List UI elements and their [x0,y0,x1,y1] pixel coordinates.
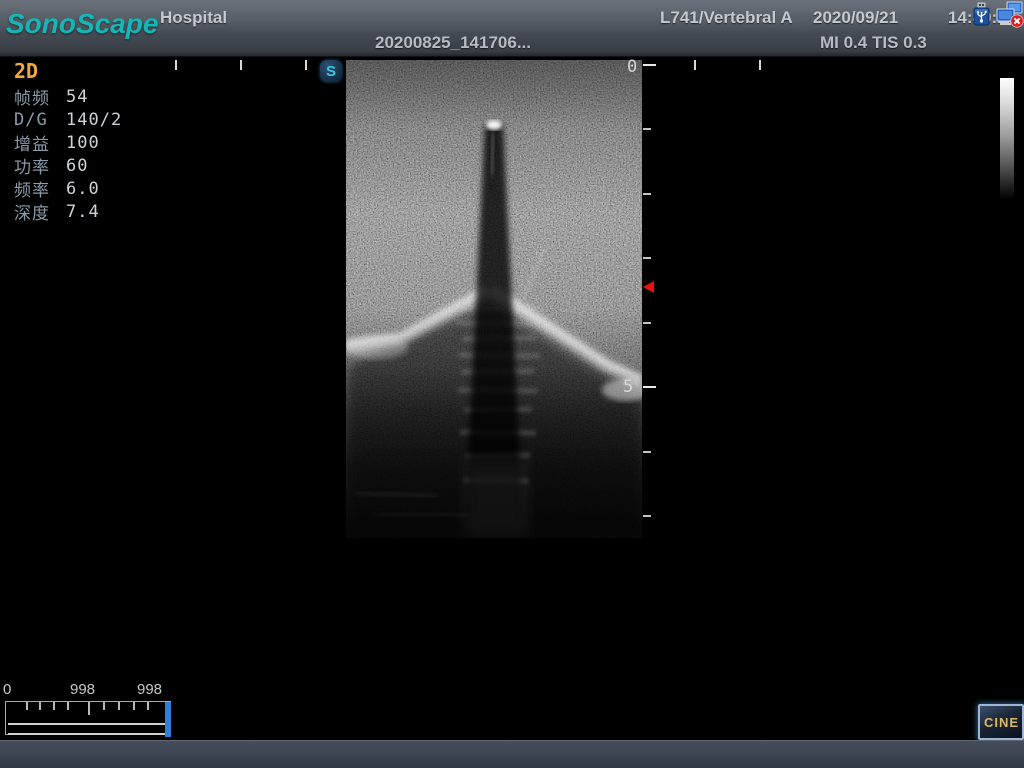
param-row: 功率 60 [14,154,122,177]
ruler-tick [643,386,656,388]
exam-id: 20200825_141706... [375,33,531,53]
param-row: D/G 140/2 [14,108,122,131]
param-value: 54 [66,87,88,107]
param-row: 深度 7.4 [14,200,122,223]
ruler-tick [643,322,651,324]
cine-tick [67,702,69,710]
ruler-tick [240,60,242,70]
cine-tick [103,702,105,710]
cine-tick [39,702,41,710]
ruler-tick [694,60,696,70]
cine-track[interactable] [8,723,168,735]
cine-button[interactable]: CINE [978,704,1024,740]
ruler-tick [643,128,651,130]
status-bar [0,740,1024,768]
cine-scrollbar[interactable] [5,701,171,735]
param-label: 帧频 [14,84,66,109]
param-label: 功率 [14,153,66,178]
param-panel: 2D 帧频 54 D/G 140/2 增益 100 功率 60 频率 6.0 深… [14,59,122,223]
cine-tick [88,702,90,715]
grayscale-bar [1000,78,1014,200]
cine-tick [118,702,120,710]
ruler-tick [175,60,177,70]
ruler-tick [305,60,307,70]
header-bar: SonoScape Hospital L741/Vertebral A 2020… [0,0,1024,57]
ultrasound-image [346,60,642,538]
cine-current-label: 998 [70,681,95,698]
ruler-origin-label: 0 [627,57,637,77]
param-row: 帧频 54 [14,85,122,108]
ruler-tick [643,64,656,66]
param-value: 60 [66,156,88,176]
param-label: 增益 [14,130,66,155]
cine-tick [53,702,55,710]
mi-tis-readout: MI 0.4 TIS 0.3 [820,33,927,53]
cine-total-label: 998 [137,681,162,698]
ruler-tick [643,451,651,453]
param-label: 深度 [14,199,66,224]
param-value: 7.4 [66,202,100,222]
ruler-depth-label: 5 [623,377,633,397]
brand-logo: SonoScape [6,8,158,40]
cine-tick [26,702,28,710]
probe-preset: L741/Vertebral A [660,8,793,28]
cine-tick [133,702,135,710]
param-label: D/G [14,110,66,130]
param-value: 140/2 [66,110,122,130]
hospital-name: Hospital [160,8,227,28]
cine-tick [147,702,149,710]
network-error-icon[interactable] [996,1,1024,28]
param-row: 增益 100 [14,131,122,154]
param-value: 6.0 [66,179,100,199]
cine-position-marker[interactable] [165,702,171,737]
param-row: 频率 6.0 [14,177,122,200]
param-value: 100 [66,133,100,153]
usb-icon[interactable] [970,1,993,27]
param-label: 频率 [14,176,66,201]
ruler-tick [643,257,651,259]
mode-label: 2D [14,59,122,85]
cine-start-label: 0 [3,681,11,698]
ruler-tick [759,60,761,70]
focus-marker-icon [643,281,654,293]
exam-date: 2020/09/21 [813,8,898,28]
ruler-tick [643,193,651,195]
screen: SonoScape Hospital L741/Vertebral A 2020… [0,0,1024,768]
ruler-tick [643,515,651,517]
orientation-marker: S [320,60,342,82]
